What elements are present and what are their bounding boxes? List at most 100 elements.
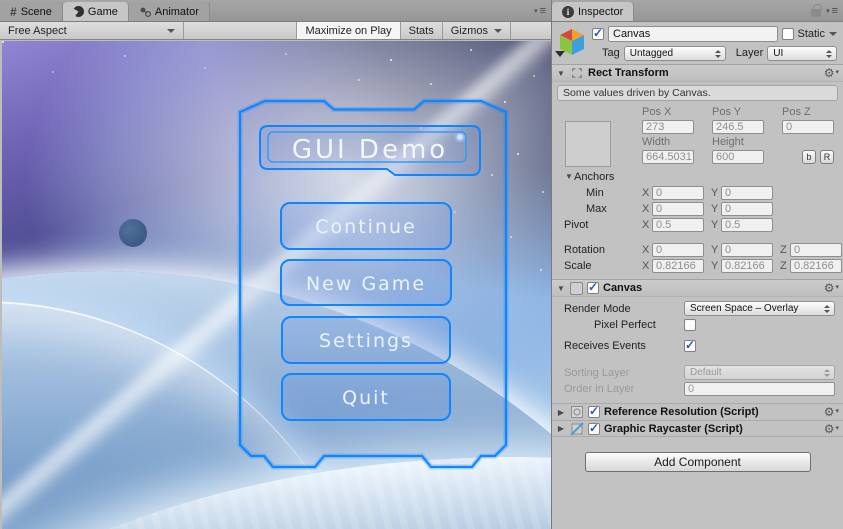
receives-events-row: Receives Events [552, 338, 843, 353]
settings-label: Settings [319, 330, 413, 352]
game-tabstrip: # Scene Game Animator ▾≡ [0, 0, 551, 22]
order-in-layer-field[interactable]: 0 [684, 382, 835, 396]
gizmos-label: Gizmos [451, 25, 488, 37]
tab-scene[interactable]: # Scene [0, 2, 63, 21]
pos-z-field[interactable]: 0 [782, 120, 834, 134]
rotation-z-field[interactable]: 0 [790, 243, 842, 257]
pos-z-label: Pos Z [782, 105, 834, 119]
quit-button[interactable]: Quit [282, 374, 450, 420]
rotation-y-field[interactable]: 0 [721, 243, 773, 257]
static-checkbox[interactable] [782, 28, 794, 40]
sorting-layer-dropdown[interactable]: Default [684, 365, 835, 380]
pixel-perfect-checkbox[interactable] [684, 319, 696, 331]
y-axis-label: Y [711, 187, 718, 199]
anchors-min-row: Min X0 Y0 [552, 185, 843, 200]
tab-game-label: Game [88, 6, 118, 18]
width-field[interactable]: 664.5031 [642, 150, 694, 164]
raw-edit-mode-button[interactable]: R [820, 150, 834, 164]
game-controller-icon [73, 6, 84, 17]
stats-button[interactable]: Stats [401, 22, 442, 39]
new-game-button[interactable]: New Game [281, 260, 451, 305]
layer-dropdown[interactable]: UI [767, 46, 837, 61]
render-mode-value: Screen Space – Overlay [690, 303, 798, 314]
height-field[interactable]: 600 [712, 150, 764, 164]
settings-button[interactable]: Settings [282, 317, 450, 363]
pos-y-field[interactable]: 246.5 [712, 120, 764, 134]
width-label: Width [642, 135, 694, 149]
gear-icon[interactable]: ⚙▾ [824, 67, 839, 79]
tab-animator[interactable]: Animator [129, 2, 210, 21]
min-label: Min [564, 187, 642, 199]
blueprint-mode-button[interactable]: b [802, 150, 816, 164]
foldout-open-icon[interactable]: ▼ [556, 284, 566, 293]
anchors-foldout-row[interactable]: ▼ Anchors [552, 169, 843, 184]
dropdown-arrows-icon [715, 50, 721, 58]
inspector-body: Canvas Static Tag Untagged La [552, 22, 843, 472]
anchor-max-y-field[interactable]: 0 [721, 202, 773, 216]
y-axis-label: Y [711, 219, 718, 231]
foldout-closed-icon[interactable]: ▶ [556, 424, 566, 433]
lock-icon[interactable] [811, 9, 821, 17]
pivot-y-field[interactable]: 0.5 [721, 218, 773, 232]
render-mode-row: Render Mode Screen Space – Overlay [552, 301, 843, 316]
receives-events-checkbox[interactable] [684, 340, 696, 352]
anchor-min-x-field[interactable]: 0 [652, 186, 704, 200]
layer-label: Layer [736, 47, 764, 59]
graphic-raycaster-checkbox[interactable] [588, 423, 600, 435]
render-mode-dropdown[interactable]: Screen Space – Overlay [684, 301, 835, 316]
anchor-preview-box[interactable] [565, 121, 611, 167]
sorting-layer-label: Sorting Layer [564, 367, 684, 379]
foldout-open-icon[interactable]: ▼ [564, 172, 574, 181]
reference-resolution-checkbox[interactable] [588, 406, 600, 418]
tab-game[interactable]: Game [63, 2, 129, 21]
sorting-layer-value: Default [690, 367, 722, 378]
aspect-dropdown[interactable]: Free Aspect [0, 22, 183, 39]
inspector-menu-icon[interactable]: ▾≡ [826, 5, 837, 17]
anchor-min-y-field[interactable]: 0 [721, 186, 773, 200]
scale-x-field[interactable]: 0.82166 [652, 259, 704, 273]
reference-resolution-title: Reference Resolution (Script) [604, 406, 759, 418]
static-dropdown-icon[interactable] [829, 32, 837, 36]
rotation-x-field[interactable]: 0 [652, 243, 704, 257]
name-field[interactable]: Canvas [608, 26, 778, 42]
tag-value: Untagged [630, 48, 673, 59]
pivot-row: Pivot X0.5 Y0.5 [552, 217, 843, 232]
gear-icon[interactable]: ⚙▾ [824, 423, 839, 435]
pivot-x-field[interactable]: 0.5 [652, 218, 704, 232]
x-axis-label: X [642, 260, 649, 272]
x-axis-label: X [642, 219, 649, 231]
gameobject-header: Canvas Static Tag Untagged La [552, 22, 843, 64]
tab-inspector-label: Inspector [578, 6, 623, 18]
chevron-down-icon [555, 51, 565, 57]
y-axis-label: Y [711, 260, 718, 272]
active-checkbox[interactable] [592, 28, 604, 40]
reference-resolution-header[interactable]: ▶ Reference Resolution (Script) ⚙▾ [552, 403, 843, 420]
graphic-raycaster-header[interactable]: ▶ Graphic Raycaster (Script) ⚙▾ [552, 420, 843, 437]
gear-icon[interactable]: ⚙▾ [824, 282, 839, 294]
gizmos-dropdown[interactable]: Gizmos [443, 22, 510, 39]
info-icon: i [562, 6, 574, 18]
foldout-closed-icon[interactable]: ▶ [556, 408, 566, 417]
scale-y-field[interactable]: 0.82166 [721, 259, 773, 273]
add-component-button[interactable]: Add Component [585, 452, 811, 472]
pos-y-label: Pos Y [712, 105, 764, 119]
gameobject-cube-icon[interactable] [556, 26, 588, 58]
rotation-label: Rotation [564, 244, 642, 256]
tag-label: Tag [602, 47, 620, 59]
receives-events-label: Receives Events [564, 340, 684, 352]
panel-menu-icon[interactable]: ▾≡ [534, 5, 545, 17]
layer-value: UI [773, 48, 783, 59]
scale-z-field[interactable]: 0.82166 [790, 259, 842, 273]
y-axis-label: Y [711, 244, 718, 256]
canvas-component-header[interactable]: ▼ Canvas ⚙▾ [552, 279, 843, 297]
pos-x-field[interactable]: 273 [642, 120, 694, 134]
foldout-open-icon[interactable]: ▼ [556, 69, 566, 78]
gear-icon[interactable]: ⚙▾ [824, 406, 839, 418]
continue-button[interactable]: Continue [281, 203, 451, 249]
maximize-on-play-button[interactable]: Maximize on Play [297, 22, 399, 39]
canvas-enabled-checkbox[interactable] [587, 282, 599, 294]
tag-dropdown[interactable]: Untagged [624, 46, 726, 61]
anchor-max-x-field[interactable]: 0 [652, 202, 704, 216]
rect-transform-header[interactable]: ▼ Rect Transform ⚙▾ [552, 64, 843, 82]
tab-inspector[interactable]: i Inspector [552, 2, 634, 21]
